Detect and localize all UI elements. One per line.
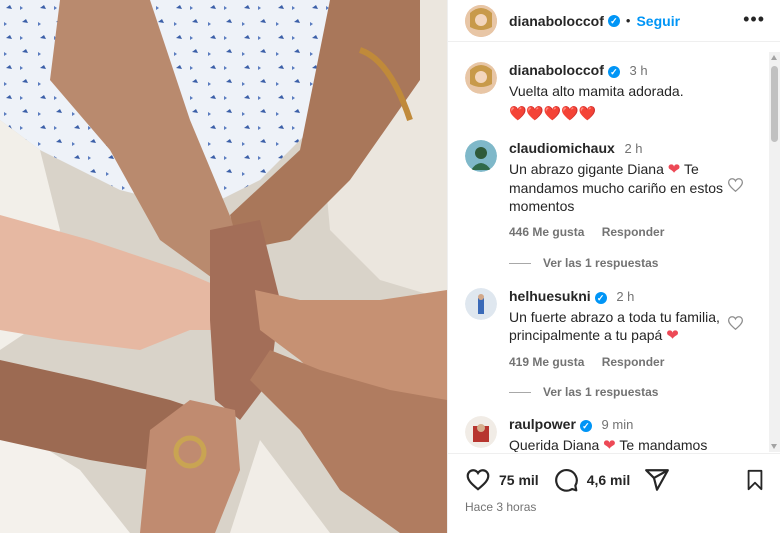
- avatar-image: [465, 288, 497, 320]
- post-timestamp[interactable]: Hace 3 horas: [465, 500, 536, 514]
- comment-like-heart-icon[interactable]: [727, 316, 744, 333]
- comment-likes[interactable]: 446 Me gusta: [509, 225, 584, 239]
- comments-count[interactable]: 4,6 mil: [587, 472, 631, 488]
- replies-divider: [509, 262, 531, 264]
- comment-meta: 446 Me gusta Responder: [509, 225, 749, 239]
- post-photo[interactable]: [0, 0, 447, 533]
- share-icon[interactable]: [644, 467, 670, 493]
- comment-text-part: Querida Diana: [509, 437, 600, 452]
- red-heart-emoji-icon: ❤: [667, 161, 681, 178]
- comment-time[interactable]: 9 min: [602, 417, 634, 432]
- caption-hearts: ❤️❤️❤️❤️❤️: [509, 105, 597, 121]
- scroll-down-arrow-icon[interactable]: [771, 444, 777, 449]
- commenter-username[interactable]: helhuesukni: [509, 288, 591, 304]
- commenter-username[interactable]: claudiomichaux: [509, 140, 615, 156]
- scroll-up-arrow-icon[interactable]: [771, 55, 777, 60]
- avatar-image: [465, 4, 497, 37]
- comment-icon[interactable]: [553, 467, 579, 493]
- view-replies-label: Ver las 1 respuestas: [543, 385, 659, 399]
- post-actions-bar: 75 mil 4,6 mil Hace 3 horas: [448, 453, 780, 533]
- avatar-image: [465, 62, 497, 94]
- follow-button[interactable]: Seguir: [636, 13, 680, 29]
- red-heart-emoji-icon: ❤: [603, 437, 616, 452]
- caption-time[interactable]: 3 h: [630, 63, 648, 78]
- verified-badge-icon: ✓: [594, 291, 607, 304]
- verified-badge-icon: ✓: [607, 65, 620, 78]
- comment-text-part: Un fuerte abrazo a toda tu familia, prin…: [509, 309, 720, 343]
- verified-badge-icon: ✓: [607, 14, 620, 27]
- action-buttons: 75 mil 4,6 mil: [465, 467, 670, 493]
- view-replies-button[interactable]: Ver las 1 respuestas: [509, 256, 658, 270]
- post-header: dianaboloccof ✓ • Seguir •••: [448, 0, 780, 42]
- comment-text-part: Un abrazo gigante Diana: [509, 161, 664, 177]
- caption-text: Vuelta alto mamita adorada.: [509, 83, 684, 99]
- comment-text: Un fuerte abrazo a toda tu familia, prin…: [509, 308, 749, 345]
- reply-button[interactable]: Responder: [602, 355, 665, 369]
- separator-dot: •: [625, 13, 631, 28]
- caption-avatar[interactable]: [465, 62, 497, 94]
- verified-badge-icon: ✓: [579, 419, 592, 432]
- view-replies-label: Ver las 1 respuestas: [543, 256, 659, 270]
- comment-text-part: Te mandamos: [619, 437, 708, 452]
- commenter-avatar[interactable]: [465, 140, 497, 172]
- commenter-avatar[interactable]: [465, 416, 497, 448]
- comment-text: Querida Diana ❤ Te mandamos: [509, 436, 749, 452]
- bookmark-icon[interactable]: [744, 469, 766, 491]
- heart-icon[interactable]: [465, 467, 491, 493]
- post-image: [0, 0, 447, 533]
- author-avatar[interactable]: [465, 4, 497, 37]
- caption-username[interactable]: dianaboloccof: [509, 62, 604, 78]
- commenter-avatar[interactable]: [465, 288, 497, 320]
- scrollbar-thumb[interactable]: [771, 66, 778, 142]
- comment-text: Un abrazo gigante Diana ❤ Te mandamos mu…: [509, 160, 749, 215]
- comment-meta: 419 Me gusta Responder: [509, 355, 749, 369]
- comment-like-heart-icon[interactable]: [727, 178, 744, 195]
- author-username[interactable]: dianaboloccof: [509, 13, 604, 29]
- replies-divider: [509, 391, 531, 393]
- view-replies-button[interactable]: Ver las 1 respuestas: [509, 385, 658, 399]
- comment-likes[interactable]: 419 Me gusta: [509, 355, 584, 369]
- comments-list[interactable]: dianaboloccof ✓ 3 h Vuelta alto mamita ad…: [448, 52, 770, 452]
- avatar-image: [465, 416, 497, 448]
- reply-button[interactable]: Responder: [602, 225, 665, 239]
- more-options-icon[interactable]: •••: [743, 10, 765, 28]
- comment-time[interactable]: 2 h: [616, 289, 634, 304]
- comments-scrollbar[interactable]: [769, 52, 780, 452]
- avatar-image: [465, 140, 497, 172]
- commenter-username[interactable]: raulpower: [509, 416, 576, 432]
- comment-time[interactable]: 2 h: [624, 141, 642, 156]
- post-side-panel: dianaboloccof ✓ • Seguir ••• dianabolocc…: [447, 0, 780, 533]
- likes-count[interactable]: 75 mil: [499, 472, 539, 488]
- red-heart-emoji-icon: ❤: [666, 327, 679, 344]
